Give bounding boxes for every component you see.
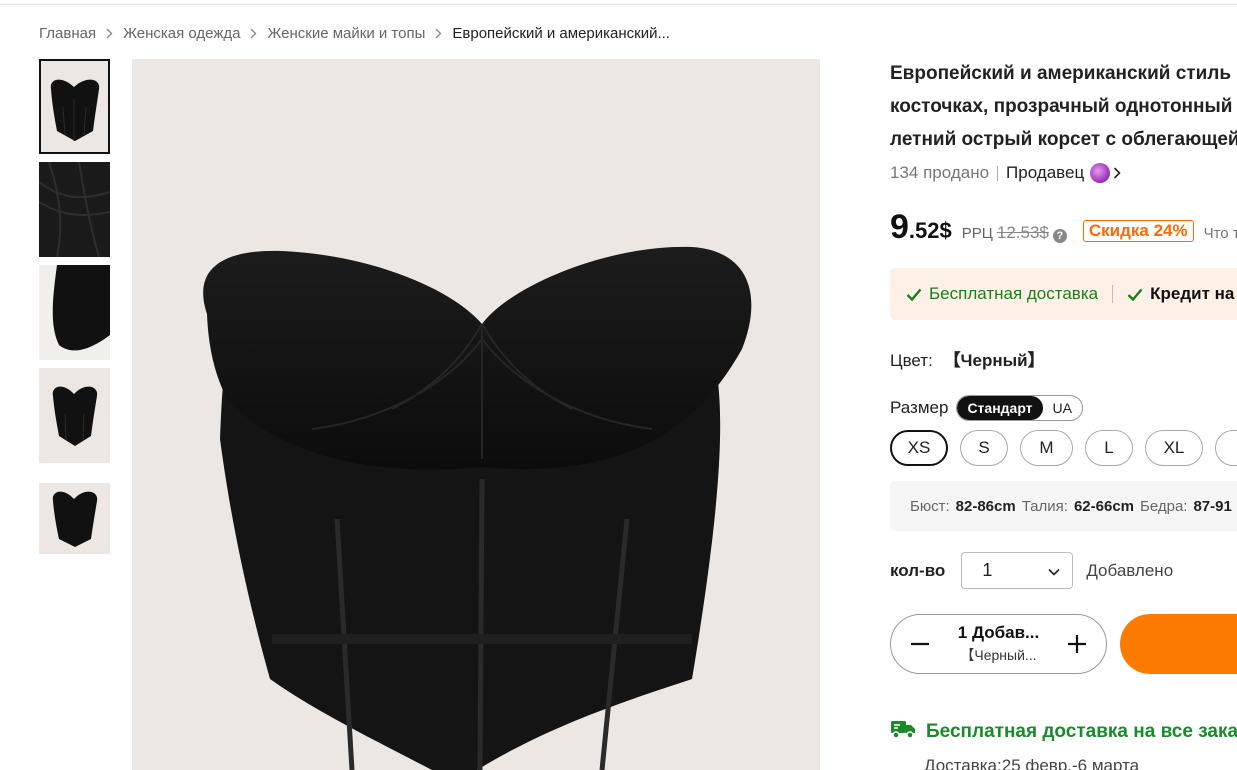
rrp-label: РРЦ: [961, 225, 993, 242]
info-icon[interactable]: ?: [1052, 229, 1067, 243]
free-delivery-text: Бесплатная доставка: [929, 284, 1099, 303]
size-option-xl[interactable]: XL: [1145, 430, 1203, 466]
delivery-label: Доставка:: [924, 756, 1002, 770]
size-option-xs[interactable]: XS: [890, 430, 948, 466]
thumbnail-2[interactable]: [39, 162, 110, 257]
thumbnail-3[interactable]: [39, 265, 110, 360]
color-label: Цвет:: [890, 351, 933, 370]
size-option-m[interactable]: M: [1020, 430, 1073, 466]
size-options: XS S M L XL X: [890, 430, 1237, 466]
main-product-image[interactable]: [132, 59, 820, 770]
corset-image: [203, 246, 752, 770]
rrp-old-price: 12.53$: [996, 223, 1049, 242]
free-shipping-text: Бесплатная доставка на все заказ: [926, 720, 1237, 742]
bust-label: Бюст:: [910, 497, 950, 515]
size-measurements: Бюст: 82-86cm Талия: 62-66cm Бедра: 87-9…: [890, 481, 1237, 531]
increase-button[interactable]: [1064, 631, 1090, 657]
cart-quantity-stepper: 1 Добав... 【Черный...: [890, 614, 1107, 674]
added-label: Добавлено: [1086, 560, 1174, 580]
breadcrumb: Главная Женская одежда Женские майки и т…: [39, 23, 670, 43]
waist-value: 62-66cm: [1073, 497, 1134, 515]
size-option-xxl[interactable]: X: [1215, 430, 1237, 466]
chevron-right-icon: [435, 28, 442, 39]
hem-detail-image: [39, 265, 110, 360]
divider: [997, 165, 999, 181]
size-header-row: Размер Стандарт UA: [890, 395, 1083, 421]
chevron-right-icon: [106, 28, 113, 39]
thumbnail-4[interactable]: [39, 368, 110, 463]
decrease-button[interactable]: [907, 631, 933, 657]
discount-badge: Скидка 24%: [1082, 220, 1194, 242]
breadcrumb-current: Европейский и американский...: [452, 24, 670, 42]
price-integer: 9: [890, 208, 909, 246]
delivery-value: 25 февр.-6 марта: [1001, 756, 1140, 770]
cart-summary: 1 Добав... 【Черный...: [958, 623, 1039, 665]
thumbnail-1[interactable]: [39, 59, 110, 154]
corset-front-image: [52, 386, 98, 446]
chevron-right-icon: [250, 28, 257, 39]
free-shipping-banner: Бесплатная доставка на все заказ: [890, 718, 1237, 745]
thumbnail-list: [39, 59, 110, 574]
breadcrumb-womens-clothing[interactable]: Женская одежда: [123, 25, 240, 42]
minus-icon: [911, 642, 929, 646]
quantity-row: кол-во 1 Добавлено: [890, 552, 1173, 589]
price-row: 9 .52$ РРЦ 12.53$ ? Скидка 24% Что т: [890, 208, 1237, 247]
size-system-standard[interactable]: Стандарт: [957, 396, 1043, 420]
product-title-line: летний острый корсет с облегающей т: [890, 129, 1237, 150]
seller-avatar: [1090, 163, 1111, 183]
divider: [1112, 285, 1114, 303]
hips-value: 87-91: [1193, 497, 1232, 515]
plus-icon: [1068, 635, 1086, 653]
delivery-truck-icon: [890, 718, 916, 745]
seller-label: Продавец: [1006, 163, 1085, 182]
chevron-right-icon: [1113, 167, 1121, 179]
breadcrumb-home[interactable]: Главная: [39, 25, 96, 42]
price-fraction: .52$: [908, 218, 952, 243]
breadcrumb-tops[interactable]: Женские майки и топы: [267, 25, 425, 42]
size-option-l[interactable]: L: [1085, 430, 1133, 466]
what-is-it-link[interactable]: Что т: [1204, 225, 1237, 242]
corset-front-image: [50, 79, 100, 141]
product-info-panel: Европейский и американский стиль се кост…: [890, 0, 1237, 770]
quantity-select[interactable]: 1: [961, 552, 1074, 589]
color-value: 【Черный】: [943, 351, 1045, 370]
checkmark-icon: [906, 288, 922, 301]
checkmark-icon: [1127, 288, 1143, 301]
cart-summary-variant: 【Черный...: [960, 647, 1037, 663]
credit-benefit: Кредит на: [1127, 284, 1234, 304]
waist-label: Талия:: [1021, 497, 1068, 515]
sales-seller-row: 134 продано Продавец: [890, 163, 1121, 183]
product-title: Европейский и американский стиль се кост…: [890, 57, 1237, 156]
credit-text: Кредит на: [1150, 284, 1235, 303]
delivery-dates: Доставка:25 февр.-6 марта: [924, 756, 1139, 770]
thumbnail-5[interactable]: [39, 471, 110, 566]
benefits-banner: Бесплатная доставка Кредит на: [890, 268, 1237, 320]
fabric-detail-image: [39, 162, 110, 257]
bust-value: 82-86cm: [955, 497, 1016, 515]
product-title-line: Европейский и американский стиль се: [890, 63, 1237, 84]
size-system-toggle: Стандарт UA: [956, 395, 1083, 421]
quantity-label: кол-во: [890, 560, 946, 580]
size-label: Размер: [890, 398, 949, 417]
corset-front-image: [39, 471, 110, 566]
product-title-line: косточках, прозрачный однотонный к: [890, 96, 1237, 117]
chevron-down-icon: [1048, 560, 1060, 581]
free-delivery-benefit: Бесплатная доставка: [906, 284, 1098, 304]
size-system-ua[interactable]: UA: [1043, 396, 1082, 420]
hips-label: Бедра:: [1140, 497, 1188, 515]
cart-summary-count: 1 Добав...: [957, 623, 1040, 642]
add-to-cart-button[interactable]: [1120, 614, 1237, 674]
quantity-value: 1: [982, 560, 993, 580]
size-option-s[interactable]: S: [960, 430, 1008, 466]
sold-count: 134 продано: [890, 163, 990, 182]
color-row: Цвет: 【Черный】: [890, 346, 1045, 371]
seller-link[interactable]: Продавец: [1006, 163, 1121, 183]
